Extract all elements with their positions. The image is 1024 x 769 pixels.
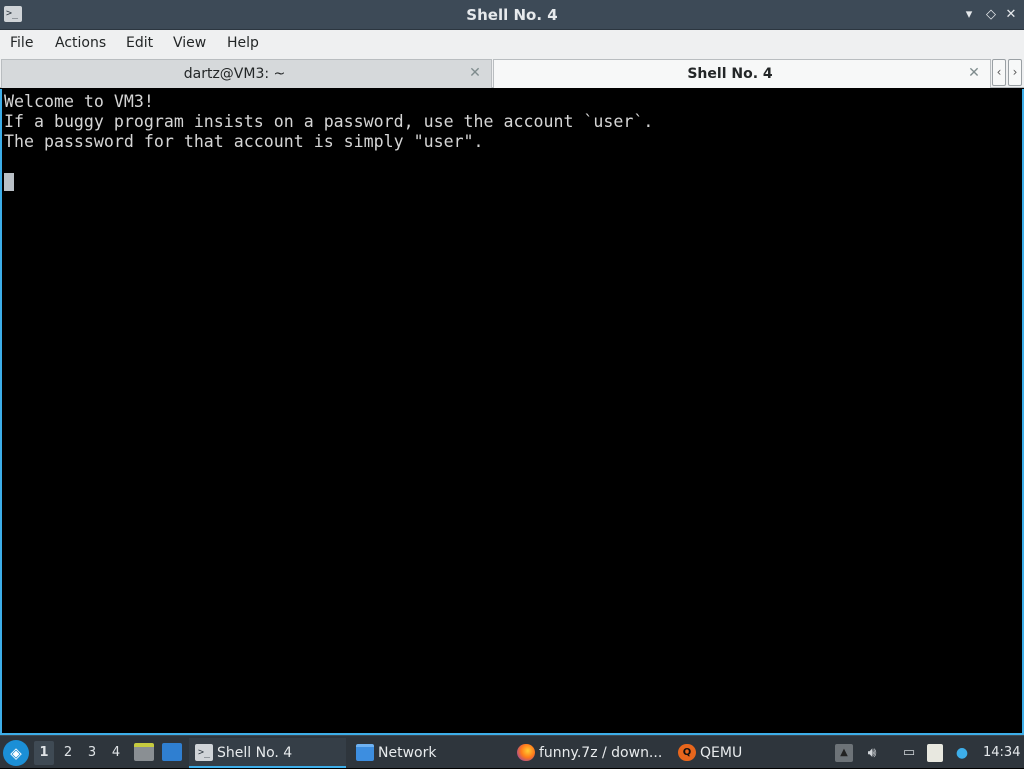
tab-label: Shell No. 4	[687, 66, 773, 82]
file-manager-icon[interactable]	[134, 743, 154, 761]
terminal-line: If a buggy program insists on a password…	[4, 112, 654, 131]
tab-close-icon[interactable]: ✕	[966, 65, 982, 81]
application-menu-icon[interactable]: ◈	[3, 740, 29, 766]
qemu-icon: Q	[678, 744, 696, 761]
tab-scroll-right-button[interactable]: ›	[1008, 59, 1022, 86]
terminal-cursor	[4, 173, 14, 191]
close-button[interactable]: ✕	[1002, 6, 1020, 24]
tab-scroll-left-button[interactable]: ‹	[992, 59, 1006, 86]
menu-help[interactable]: Help	[227, 30, 259, 57]
task-firefox[interactable]: funny.7z / down...	[511, 738, 669, 768]
tray-up-arrow-icon[interactable]: ▲	[835, 744, 853, 762]
terminal-icon: >_	[195, 744, 213, 761]
task-label: funny.7z / down...	[539, 745, 663, 761]
task-label: Shell No. 4	[217, 745, 293, 761]
terminal-line: Welcome to VM3!	[4, 92, 154, 111]
menu-bar: File Actions Edit View Help	[0, 30, 1024, 57]
tab-dartz-vm3[interactable]: dartz@VM3: ~ ✕	[1, 59, 492, 88]
folder-icon	[356, 744, 374, 761]
workspace-2[interactable]: 2	[58, 741, 78, 765]
task-label: Network	[378, 745, 437, 761]
network-icon[interactable]: ▭	[900, 744, 918, 762]
workspace-4[interactable]: 4	[106, 741, 126, 765]
task-label: QEMU	[700, 745, 743, 761]
minimize-button[interactable]: ▾	[960, 6, 978, 24]
task-qemu[interactable]: Q QEMU	[672, 738, 830, 768]
tab-label: dartz@VM3: ~	[183, 66, 286, 82]
terminal-line: The passsword for that account is simply…	[4, 132, 484, 151]
workspace-3[interactable]: 3	[82, 741, 102, 765]
notification-icon[interactable]: ●	[953, 744, 971, 762]
workspace-1[interactable]: 1	[34, 741, 54, 765]
terminal-view[interactable]: Welcome to VM3! If a buggy program insis…	[0, 89, 1024, 735]
clipboard-icon[interactable]	[927, 744, 943, 762]
menu-actions[interactable]: Actions	[55, 30, 106, 57]
menu-view[interactable]: View	[173, 30, 206, 57]
menu-file[interactable]: File	[10, 30, 33, 57]
tab-shell-no-4[interactable]: Shell No. 4 ✕	[493, 59, 991, 88]
clock[interactable]: 14:34	[983, 736, 1020, 769]
tab-bar: dartz@VM3: ~ ✕ Shell No. 4 ✕	[0, 57, 1024, 88]
volume-icon[interactable]: 🔊︎	[863, 744, 881, 762]
window-titlebar[interactable]: >_ Shell No. 4 ▾ ◇ ✕	[0, 0, 1024, 30]
task-network[interactable]: Network	[350, 738, 508, 768]
taskbar: ◈ 1 2 3 4 >_ Shell No. 4 Network funny.7…	[0, 735, 1024, 768]
window-title: Shell No. 4	[466, 6, 558, 24]
menu-edit[interactable]: Edit	[126, 30, 153, 57]
task-shell-no-4[interactable]: >_ Shell No. 4	[189, 738, 346, 768]
firefox-icon	[517, 744, 535, 761]
show-desktop-icon[interactable]	[162, 743, 182, 761]
maximize-button[interactable]: ◇	[982, 6, 1000, 24]
tab-close-icon[interactable]: ✕	[467, 65, 483, 81]
